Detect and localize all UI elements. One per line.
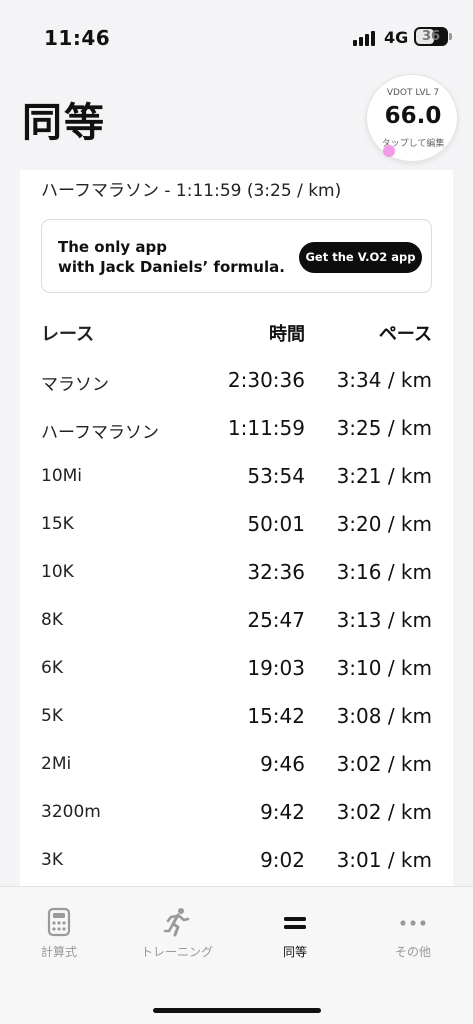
race-pace: 3:01 / km (336, 848, 432, 872)
race-time: 9:42 (260, 800, 305, 824)
calculator-icon (47, 907, 71, 937)
race-name: 3200m (41, 802, 101, 822)
race-time: 9:02 (260, 848, 305, 872)
table-header: レース 時間 ペース (20, 312, 453, 352)
race-time: 32:36 (247, 560, 305, 584)
network-type: 4G (384, 28, 409, 47)
home-indicator (153, 1008, 321, 1013)
table-row: 15K 50:01 3:20 / km (20, 506, 453, 546)
table-row: 10K 32:36 3:16 / km (20, 554, 453, 594)
race-name: 8K (41, 610, 63, 630)
table-row: 3200m 9:42 3:02 / km (20, 794, 453, 834)
race-pace: 3:08 / km (336, 704, 432, 728)
equivalents-card: ハーフマラソン - 1:11:59 (3:25 / km) The only a… (20, 170, 453, 886)
header-pace: ペース (378, 324, 432, 345)
vdot-value: 66.0 (384, 103, 442, 129)
race-pace: 3:21 / km (336, 464, 432, 488)
race-name: 6K (41, 658, 63, 678)
table-row: 5K 15:42 3:08 / km (20, 698, 453, 738)
vdot-level-label: VDOT LVL 7 (386, 88, 440, 98)
get-app-button[interactable]: Get the V.O2 app (299, 242, 422, 273)
battery-icon: 36 (414, 27, 448, 46)
vdot-badge[interactable]: VDOT LVL 7 66.0 タップして編集 (366, 74, 458, 162)
vdot-edit-hint: タップして編集 (381, 139, 445, 149)
race-pace: 3:02 / km (336, 752, 432, 776)
tab-label: 同等 (282, 945, 307, 959)
header-time: 時間 (269, 324, 305, 345)
tab-equivalents[interactable]: 同等 (236, 905, 354, 965)
table-row: 10Mi 53:54 3:21 / km (20, 458, 453, 498)
tab-bar: 計算式 トレーニング 同等 その他 (0, 886, 473, 1024)
table-row: 8K 25:47 3:13 / km (20, 602, 453, 642)
race-name: 5K (41, 706, 63, 726)
table-row: 6K 19:03 3:10 / km (20, 650, 453, 690)
header-race: レース (41, 324, 95, 345)
reference-race-summary: ハーフマラソン - 1:11:59 (3:25 / km) (41, 181, 342, 201)
race-time: 19:03 (247, 656, 305, 680)
race-time: 1:11:59 (227, 416, 305, 440)
tab-training[interactable]: トレーニング (118, 905, 236, 965)
equals-icon (284, 917, 306, 929)
status-time: 11:46 (44, 26, 111, 50)
battery-level: 36 (421, 29, 441, 44)
race-name: 3K (41, 850, 63, 870)
race-time: 2:30:36 (227, 368, 305, 392)
race-pace: 3:16 / km (336, 560, 432, 584)
cellular-signal-icon (353, 30, 379, 46)
race-time: 15:42 (247, 704, 305, 728)
promo-line-2: with Jack Daniels’ formula. (58, 258, 285, 276)
tab-label: トレーニング (140, 945, 213, 959)
table-row: 2Mi 9:46 3:02 / km (20, 746, 453, 786)
race-name: 10Mi (41, 466, 83, 486)
more-dots-icon (400, 920, 426, 926)
promo-line-1: The only app (58, 238, 168, 256)
race-pace: 3:25 / km (336, 416, 432, 440)
race-time: 50:01 (247, 512, 305, 536)
battery-cap (449, 33, 452, 40)
race-pace: 3:34 / km (336, 368, 432, 392)
race-pace: 3:13 / km (336, 608, 432, 632)
table-row: ハーフマラソン 1:11:59 3:25 / km (20, 410, 453, 450)
status-bar: 11:46 4G 36 (0, 0, 473, 64)
race-name: 2Mi (41, 754, 72, 774)
race-time: 9:46 (260, 752, 305, 776)
tab-more[interactable]: その他 (354, 905, 472, 965)
vdot-indicator-dot (383, 145, 395, 157)
race-name: マラソン (41, 375, 109, 395)
race-time: 53:54 (247, 464, 305, 488)
race-name: 10K (41, 562, 74, 582)
tab-label: 計算式 (40, 945, 77, 959)
race-pace: 3:20 / km (336, 512, 432, 536)
race-time: 25:47 (247, 608, 305, 632)
race-name: ハーフマラソン (41, 423, 159, 443)
tab-calculator[interactable]: 計算式 (0, 905, 118, 965)
race-pace: 3:02 / km (336, 800, 432, 824)
page-title: 同等 (22, 100, 106, 146)
runner-icon (163, 908, 190, 937)
race-pace: 3:10 / km (336, 656, 432, 680)
table-row: 3K 9:02 3:01 / km (20, 842, 453, 882)
race-name: 15K (41, 514, 74, 534)
table-row: マラソン 2:30:36 3:34 / km (20, 362, 453, 402)
tab-label: その他 (394, 945, 431, 959)
promo-banner[interactable]: The only app with Jack Daniels’ formula.… (41, 219, 432, 293)
